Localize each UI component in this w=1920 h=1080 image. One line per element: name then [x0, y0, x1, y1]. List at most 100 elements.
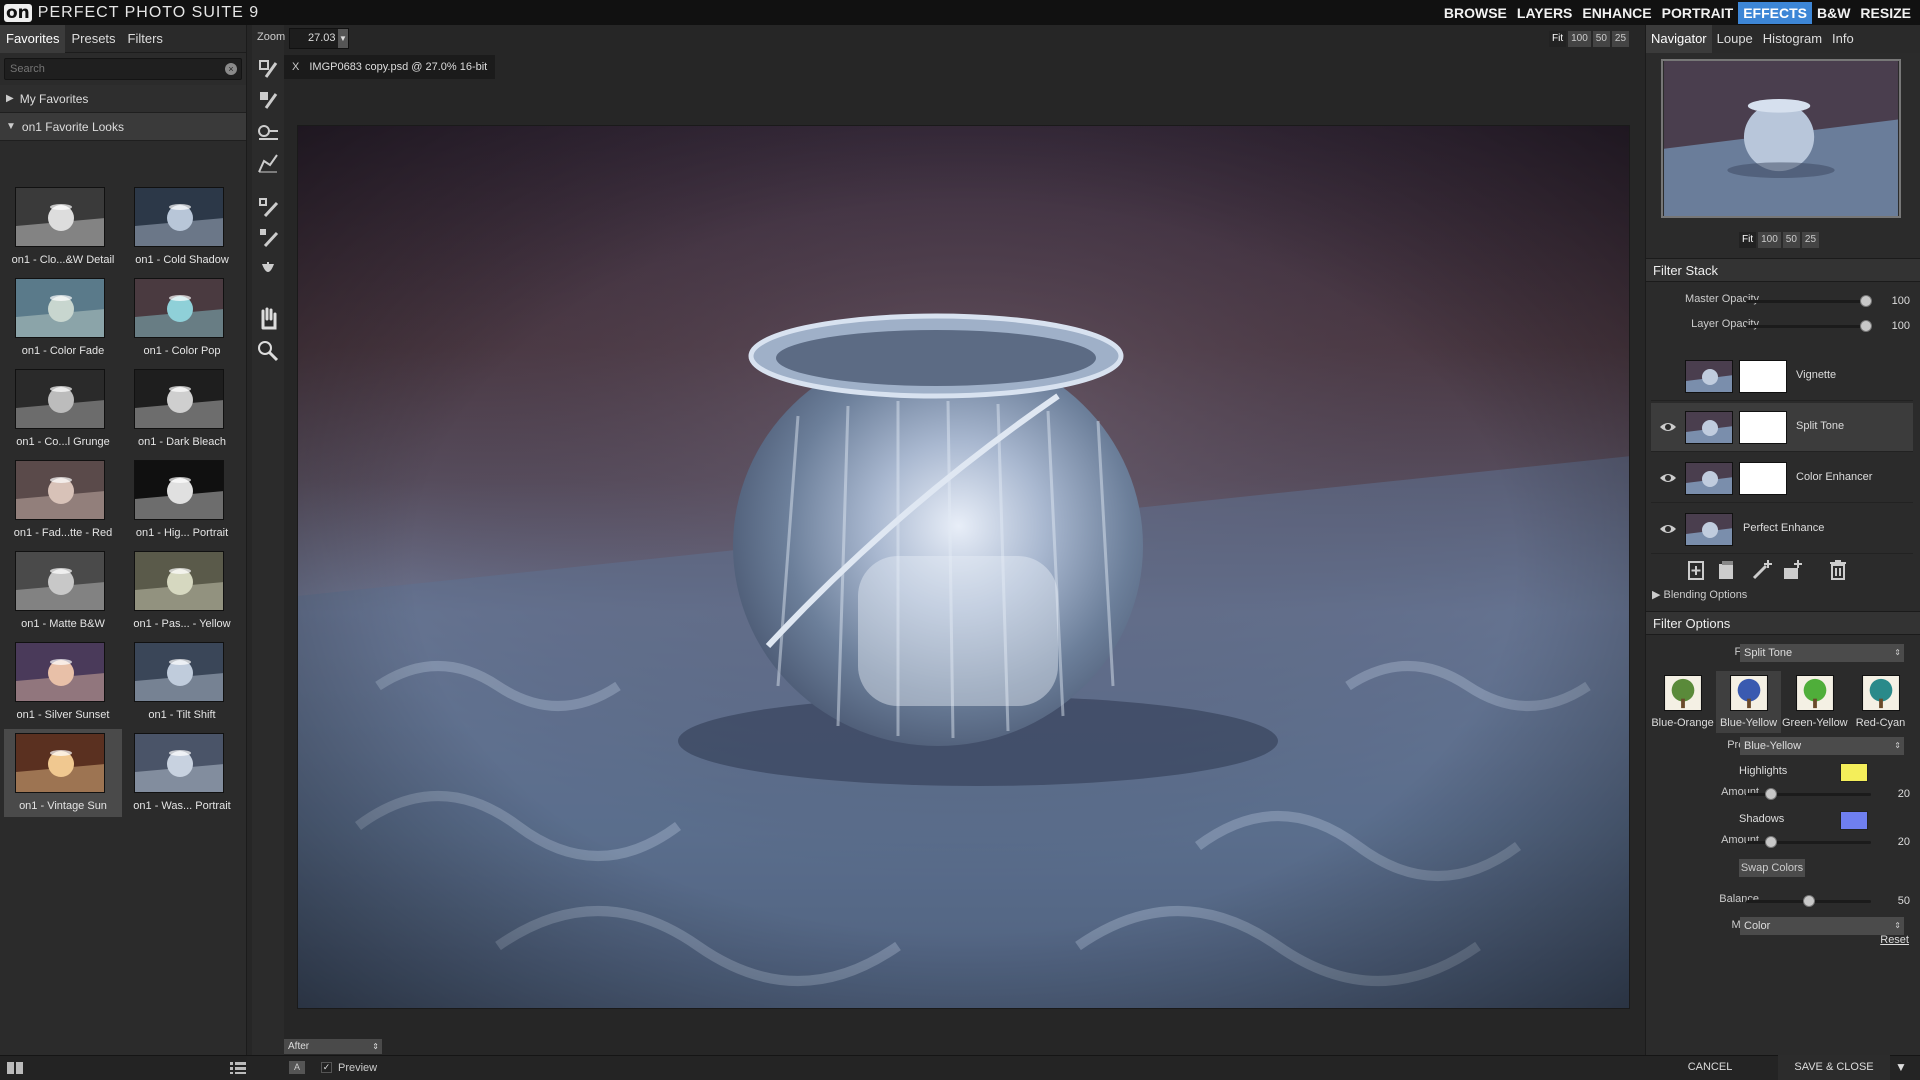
blur-brush-icon[interactable] [252, 255, 284, 285]
slider-track[interactable] [1746, 325, 1866, 328]
view-50-button[interactable]: 50 [1592, 31, 1610, 47]
look-preset[interactable]: on1 - Dark Bleach [123, 365, 241, 453]
look-preset[interactable]: on1 - Cold Shadow [123, 183, 241, 271]
layer-opacity-slider[interactable] [1860, 320, 1872, 332]
search-input[interactable] [5, 59, 241, 79]
blending-options-label: Blending Options [1663, 589, 1748, 601]
nav-100-button[interactable]: 100 [1758, 232, 1781, 248]
eye-icon[interactable] [1659, 419, 1677, 435]
tab-navigator[interactable]: Navigator [1646, 25, 1712, 53]
look-preset[interactable]: on1 - Matte B&W [4, 547, 122, 635]
masking-brush-icon[interactable] [252, 85, 284, 115]
save-options-dropdown-icon[interactable]: ▼ [1890, 1055, 1912, 1080]
look-label: on1 - Color Pop [143, 345, 221, 357]
zoom-field[interactable]: 27.03 ▼ [289, 28, 349, 49]
split-tone-preset[interactable]: Blue-Orange [1650, 671, 1715, 733]
nav-resize[interactable]: RESIZE [1855, 2, 1916, 24]
tab-favorites[interactable]: Favorites [0, 24, 66, 53]
add-layer-icon[interactable] [1682, 556, 1710, 584]
split-tone-preset[interactable]: Red-Cyan [1848, 671, 1913, 733]
view-25-button[interactable]: 25 [1611, 31, 1630, 47]
grid-view-icon[interactable] [7, 1062, 23, 1074]
zoom-icon[interactable] [252, 336, 284, 366]
preset-select[interactable]: Blue-Yellow ⇕ [1740, 737, 1904, 755]
eye-icon[interactable] [1659, 521, 1677, 537]
add-filter-icon[interactable] [1748, 556, 1776, 584]
save-and-close-button[interactable]: SAVE & CLOSE [1778, 1055, 1890, 1080]
nav-25-button[interactable]: 25 [1801, 232, 1820, 248]
nav-50-button[interactable]: 50 [1782, 232, 1800, 248]
perfect-eraser-icon[interactable] [252, 222, 284, 252]
look-preset[interactable]: on1 - Hig... Portrait [123, 456, 241, 544]
highlights-color-swatch[interactable] [1840, 763, 1868, 782]
look-preset[interactable]: on1 - Vintage Sun [4, 729, 122, 817]
layer-mask-thumbnail[interactable] [1739, 360, 1787, 393]
look-preset[interactable]: on1 - Fad...tte - Red [4, 456, 122, 544]
document-tab[interactable]: X IMGP0683 copy.psd @ 27.0% 16-bit [284, 55, 496, 79]
split-tone-preset[interactable]: Blue-Yellow [1716, 671, 1781, 733]
masking-bug-icon[interactable] [252, 116, 284, 146]
filter-layer[interactable]: Perfect Enhance [1651, 505, 1913, 554]
tab-presets[interactable]: Presets [65, 25, 121, 53]
duplicate-layer-icon[interactable] [1712, 556, 1740, 584]
mode-select[interactable]: Color ⇕ [1740, 917, 1904, 935]
nav-enhance[interactable]: ENHANCE [1577, 2, 1656, 24]
list-view-icon[interactable] [230, 1062, 246, 1074]
highlights-amount-slider[interactable] [1765, 788, 1777, 800]
swap-colors-button[interactable]: Swap Colors [1739, 859, 1805, 877]
filter-layer[interactable]: Vignette [1651, 352, 1913, 401]
view-fit-button[interactable]: Fit [1549, 31, 1567, 47]
nav-fit-button[interactable]: Fit [1739, 232, 1757, 248]
master-opacity-slider[interactable] [1860, 295, 1872, 307]
shadows-amount-slider[interactable] [1765, 836, 1777, 848]
nav-b-w[interactable]: B&W [1812, 2, 1855, 24]
view-100-button[interactable]: 100 [1568, 31, 1591, 47]
reset-link[interactable]: Reset [1880, 934, 1909, 946]
tab-filters[interactable]: Filters [122, 25, 169, 53]
look-preset[interactable]: on1 - Color Fade [4, 274, 122, 362]
look-preset[interactable]: on1 - Clo...&W Detail [4, 183, 122, 271]
quick-mask-brush-icon[interactable] [252, 54, 284, 84]
shadows-color-swatch[interactable] [1840, 811, 1868, 830]
main-photo[interactable] [297, 125, 1630, 1009]
slider-track[interactable] [1746, 300, 1866, 303]
look-preset[interactable]: on1 - Co...l Grunge [4, 365, 122, 453]
nav-effects[interactable]: EFFECTS [1738, 1, 1812, 24]
section-favorite-looks[interactable]: ▼ on1 Favorite Looks [0, 113, 246, 141]
look-preset[interactable]: on1 - Tilt Shift [123, 638, 241, 726]
tab-loupe[interactable]: Loupe [1712, 25, 1758, 53]
filter-layer[interactable]: Split Tone [1651, 403, 1913, 452]
before-after-button[interactable]: A [289, 1061, 305, 1074]
look-preset[interactable]: on1 - Color Pop [123, 274, 241, 362]
preview-checkbox[interactable]: ✓ [321, 1062, 332, 1073]
filter-select[interactable]: Split Tone ⇕ [1740, 644, 1904, 662]
navigator-preview[interactable] [1661, 59, 1901, 218]
delete-layer-icon[interactable] [1824, 556, 1852, 584]
tab-info[interactable]: Info [1827, 25, 1859, 53]
look-preset[interactable]: on1 - Was... Portrait [123, 729, 241, 817]
nav-portrait[interactable]: PORTRAIT [1657, 2, 1739, 24]
mask-icon[interactable] [1778, 556, 1806, 584]
section-my-favorites[interactable]: ▶ My Favorites [0, 85, 246, 113]
chisel-icon[interactable] [252, 148, 284, 178]
preset-strip: Blue-Orange Blue-Yellow Green-Yellow Red-Cy… [1650, 671, 1916, 733]
look-preset[interactable]: on1 - Silver Sunset [4, 638, 122, 726]
look-preset[interactable]: on1 - Pas... - Yellow [123, 547, 241, 635]
nav-browse[interactable]: BROWSE [1439, 2, 1512, 24]
blending-options-toggle[interactable]: ▶ Blending Options [1652, 588, 1747, 601]
clear-search-icon[interactable]: × [225, 63, 237, 75]
close-document-icon[interactable]: X [292, 55, 299, 79]
balance-slider[interactable] [1802, 895, 1815, 907]
compare-mode-select[interactable]: After ⇕ [284, 1039, 382, 1054]
tab-histogram[interactable]: Histogram [1758, 25, 1827, 53]
retouch-brush-icon[interactable] [252, 192, 284, 222]
split-tone-preset[interactable]: Green-Yellow [1782, 671, 1848, 733]
zoom-dropdown-icon[interactable]: ▼ [338, 29, 348, 48]
filter-layer[interactable]: Color Enhancer [1651, 454, 1913, 503]
layer-mask-thumbnail[interactable] [1739, 411, 1787, 444]
layer-mask-thumbnail[interactable] [1739, 462, 1787, 495]
cancel-button[interactable]: CANCEL [1655, 1055, 1765, 1080]
eye-icon[interactable] [1659, 470, 1677, 486]
nav-layers[interactable]: LAYERS [1512, 2, 1578, 24]
hand-icon[interactable] [252, 303, 284, 333]
